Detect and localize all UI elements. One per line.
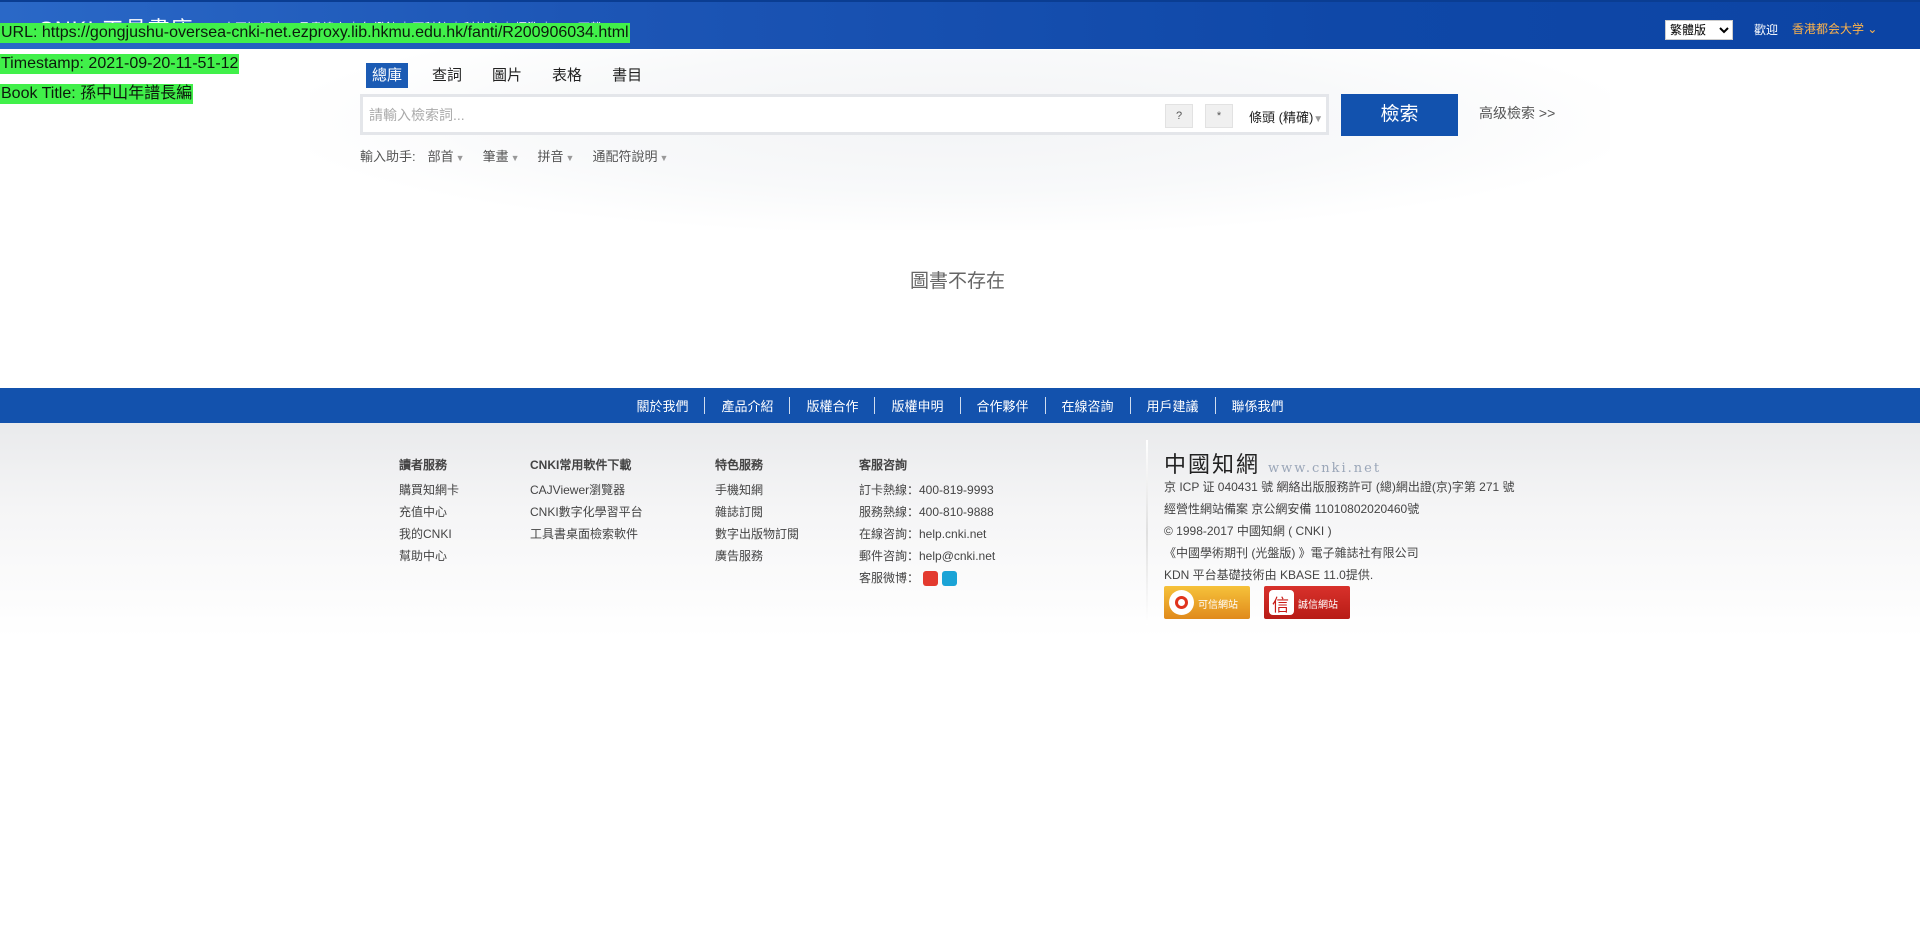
footer-nav-divider: [874, 397, 876, 414]
trusted-site-icon: [1169, 590, 1194, 615]
footer-info-line: 京 ICP 证 040431 號 網絡出版服務許可 (總)網出證(京)字第 27…: [1164, 480, 1515, 494]
footer-info-line: © 1998-2017 中國知網 ( CNKI ): [1164, 524, 1332, 538]
footer-products[interactable]: 產品介紹: [705, 396, 789, 415]
dropdown-arrow-icon: ▼: [1313, 114, 1324, 125]
footer-info-line: KDN 平台基礎技術由 KBASE 11.0提供.: [1164, 568, 1374, 582]
footer-link[interactable]: CAJViewer瀏覽器: [530, 479, 643, 501]
footer-info-line: 《中國學術期刊 (光盤版) 》電子雜誌社有限公司: [1164, 546, 1419, 560]
assist-pinyin[interactable]: 拼音 ▼: [538, 146, 575, 165]
assist-wildcard-label: 通配符說明: [592, 149, 658, 164]
language-select[interactable]: 繁體版: [1665, 20, 1733, 40]
search-button[interactable]: 檢索: [1341, 94, 1458, 136]
tab-tables[interactable]: 表格: [546, 63, 588, 88]
triangle-down-icon: ▼: [659, 153, 669, 163]
footer-link[interactable]: 工具書桌面檢索軟件: [530, 523, 643, 545]
footer-hotline-card: 訂卡熱線：400-819-9993: [859, 483, 994, 497]
triangle-down-icon: ▼: [455, 153, 465, 163]
footer-contact[interactable]: 聯係我們: [1216, 396, 1300, 415]
footer-about[interactable]: 關於我們: [620, 396, 704, 415]
footer-nav-divider: [959, 397, 961, 414]
footer-col-title: CNKI常用軟件下載: [530, 458, 632, 472]
footer-link[interactable]: 我的CNKI: [399, 523, 459, 545]
overlay-timestamp: Timestamp: 2021-09-20-11-51-12: [0, 54, 240, 74]
footer-nav-divider: [789, 397, 791, 414]
trusted-site-label: 可信網站: [1198, 600, 1238, 611]
footer-nav-divider: [1214, 397, 1216, 414]
tencent-weibo-icon[interactable]: [942, 571, 958, 587]
footer-link[interactable]: 雜誌訂閱: [715, 501, 799, 523]
book-not-found-message: 圖書不存在: [910, 270, 1006, 292]
footer-weibo-label: 客服微博：: [859, 571, 920, 585]
assist-strokes-label: 筆畫: [482, 149, 509, 164]
footer-link[interactable]: 充值中心: [399, 501, 459, 523]
footer-divider: [1146, 440, 1148, 625]
trusted-site-badge[interactable]: 可信網站: [1164, 586, 1250, 619]
footer-legal-info: 京 ICP 证 040431 號 網絡出版服務許可 (總)網出證(京)字第 27…: [1164, 476, 1515, 586]
footer-customer-service: 客服咨詢 訂卡熱線：400-819-9993 服務熱線：400-810-9888…: [859, 456, 995, 589]
integrity-site-icon: [1269, 590, 1294, 616]
triangle-down-icon: ▼: [510, 153, 520, 163]
footer-partners[interactable]: 合作夥伴: [961, 396, 1045, 415]
tab-images[interactable]: 圖片: [486, 63, 528, 88]
user-org-menu[interactable]: 香港都会大学 ⌄: [1792, 20, 1877, 37]
footer-nav-divider: [1044, 397, 1046, 414]
footer-col-title: 特色服務: [715, 458, 764, 472]
footer-online-help[interactable]: 在線咨詢：help.cnki.net: [859, 523, 995, 545]
footer-nav-divider: [704, 397, 706, 414]
assistant-label: 輸入助手:: [360, 149, 416, 164]
footer-link[interactable]: 幫助中心: [399, 545, 459, 567]
footer-weibo-row: 客服微博：: [859, 567, 995, 589]
footer-special-services: 特色服務 手機知網 雜誌訂閱 數字出版物訂閱 廣告服務: [715, 456, 799, 567]
footer-copyright-notice[interactable]: 版權申明: [875, 396, 959, 415]
cnki-brand-cn: 中國知網: [1164, 453, 1261, 478]
cnki-brand-url: www.cnki.net: [1268, 461, 1382, 476]
footer-feedback[interactable]: 用戶建議: [1131, 396, 1215, 415]
footer-info-line: 經營性網站備案 京公網安備 11010802020460號: [1164, 502, 1420, 516]
integrity-site-label: 誠信網站: [1298, 600, 1338, 611]
assist-strokes[interactable]: 筆畫 ▼: [483, 146, 520, 165]
search-box: ? * 條頭 (精確)▼: [360, 94, 1329, 135]
footer-copyright-coop[interactable]: 版權合作: [790, 396, 874, 415]
integrity-site-badge[interactable]: 誠信網站: [1264, 586, 1350, 619]
overlay-book-title: Book Title: 孫中山年譜長編: [0, 84, 194, 104]
welcome-text: 歡迎: [1754, 23, 1779, 37]
footer-link[interactable]: 購買知網卡: [399, 479, 459, 501]
input-assistant: 輸入助手: 部首 ▼ 筆畫 ▼ 拼音 ▼ 通配符說明 ▼: [360, 146, 686, 165]
assist-radical-label: 部首: [427, 149, 454, 164]
match-mode-label: 條頭 (精確): [1249, 110, 1314, 125]
advanced-search-link[interactable]: 高级檢索 >>: [1479, 103, 1555, 123]
help-button[interactable]: ?: [1165, 104, 1193, 128]
wildcard-button[interactable]: *: [1205, 104, 1233, 128]
footer-col-title: 客服咨詢: [859, 458, 908, 472]
match-mode-select[interactable]: 條頭 (精確)▼: [1249, 107, 1323, 126]
assist-pinyin-label: 拼音: [537, 149, 564, 164]
footer-software-downloads: CNKI常用軟件下載 CAJViewer瀏覽器 CNKI數字化學習平台 工具書桌…: [530, 456, 643, 545]
footer-link[interactable]: CNKI數字化學習平台: [530, 501, 643, 523]
footer-link[interactable]: 廣告服務: [715, 545, 799, 567]
overlay-url: URL: https://gongjushu-oversea-cnki-net.…: [0, 23, 630, 43]
assist-radical[interactable]: 部首 ▼: [428, 146, 465, 165]
footer-email[interactable]: 郵件咨詢：help@cnki.net: [859, 545, 995, 567]
footer-link[interactable]: 手機知網: [715, 479, 799, 501]
weibo-icon[interactable]: [923, 571, 939, 587]
tab-catalog[interactable]: 書目: [606, 63, 648, 88]
triangle-down-icon: ▼: [565, 153, 575, 163]
footer-online-consult[interactable]: 在線咨詢: [1046, 396, 1130, 415]
footer-link[interactable]: 數字出版物訂閱: [715, 523, 799, 545]
tab-words[interactable]: 查詞: [426, 63, 468, 88]
search-input[interactable]: [369, 103, 1159, 127]
footer-hotline-service: 服務熱線：400-810-9888: [859, 505, 994, 519]
footer-col-title: 讀者服務: [399, 458, 448, 472]
search-tabs: 總庫 查詞 圖片 表格 書目: [366, 63, 666, 88]
footer-reader-services: 讀者服務 購買知網卡 充值中心 我的CNKI 幫助中心: [399, 456, 459, 567]
tab-all[interactable]: 總庫: [366, 63, 409, 88]
footer-nav-divider: [1129, 397, 1131, 414]
assist-wildcard-help[interactable]: 通配符說明 ▼: [592, 146, 668, 165]
chevron-down-icon: ⌄: [1867, 22, 1878, 36]
user-org-label: 香港都会大学: [1792, 22, 1865, 36]
footer-nav: 關於我們 產品介紹 版權合作 版權申明 合作夥伴 在線咨詢 用戶建議 聯係我們: [0, 388, 1920, 423]
cnki-brand-logo: 中國知網 www.cnki.net: [1164, 447, 1381, 479]
